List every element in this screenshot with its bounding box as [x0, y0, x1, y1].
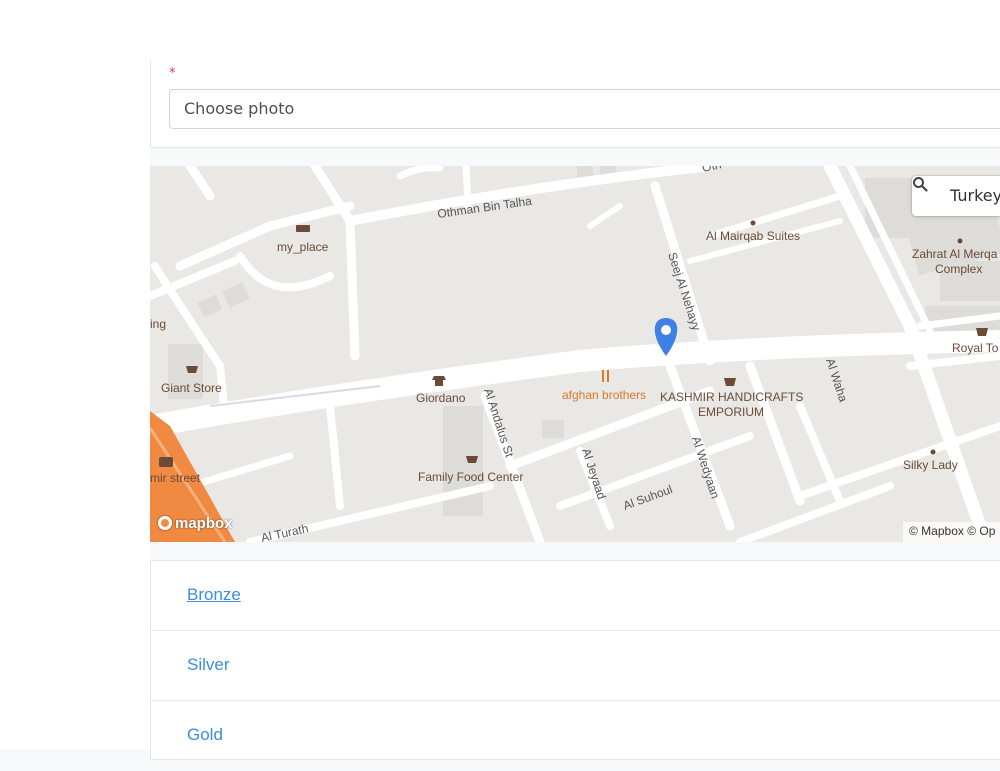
restaurant-icon: [602, 370, 609, 382]
label-mir-street: mir street: [150, 471, 201, 485]
street-oth: Oth: [701, 166, 723, 175]
photo-form-card: * Choose photo: [150, 60, 1000, 148]
cart-icon: [466, 456, 478, 463]
label-giordano: Giordano: [416, 391, 466, 405]
tier-row-bronze: Bronze: [151, 561, 1000, 631]
left-sidebar: [0, 60, 150, 750]
tier-list: Bronze Silver Gold: [150, 560, 1000, 760]
label-silky-lady: Silky Lady: [903, 458, 958, 472]
tier-link-gold[interactable]: Gold: [187, 725, 223, 745]
tier-link-silver[interactable]: Silver: [187, 655, 230, 675]
label-al-mairqab: Al Mairqab Suites: [706, 229, 800, 243]
map-attribution[interactable]: © Mapbox © Op: [903, 522, 1000, 542]
mapbox-logo-text: mapbox: [175, 514, 233, 532]
label-kashmir-1: KASHMIR HANDICRAFTS: [660, 390, 803, 404]
tier-row-gold: Gold: [151, 701, 1000, 771]
camera-icon: [159, 457, 173, 467]
basket-icon: [976, 328, 988, 336]
mapbox-logo[interactable]: mapbox: [158, 512, 233, 534]
basket-icon: [724, 378, 736, 386]
street-jeyaad: Al Jeyaad: [579, 447, 609, 501]
map-search-box[interactable]: Turkey: [912, 176, 1000, 216]
map-canvas[interactable]: my_place Al Mairqab Suites Zahrat Al Mer…: [150, 166, 1000, 542]
dot-icon: [957, 238, 963, 244]
dot-icon: [750, 220, 756, 226]
required-marker: *: [169, 66, 176, 81]
label-afghan: afghan brothers: [562, 388, 646, 402]
label-zahrat-1: Zahrat Al Merqa: [912, 247, 998, 261]
bed-icon: [296, 225, 310, 232]
label-zahrat-2: Complex: [935, 262, 982, 276]
cart-icon: [186, 366, 198, 373]
map-search-value[interactable]: Turkey: [950, 186, 1000, 205]
label-kashmir-2: EMPORIUM: [698, 405, 764, 419]
street-suhoul: Al Suhoul: [621, 482, 674, 513]
street-andalus: Al Andalus St: [481, 387, 517, 460]
label-royal: Royal To: [952, 341, 999, 355]
map-view[interactable]: my_place Al Mairqab Suites Zahrat Al Mer…: [150, 166, 1000, 542]
dot-icon: [930, 449, 936, 455]
label-ing: ing: [150, 317, 166, 331]
search-icon: [913, 177, 928, 192]
label-family-food: Family Food Center: [418, 470, 523, 484]
tier-link-bronze[interactable]: Bronze: [187, 585, 241, 605]
map-main-road: [150, 330, 1000, 437]
label-my-place: my_place: [277, 240, 329, 254]
tier-row-silver: Silver: [151, 631, 1000, 701]
top-navbar: [0, 0, 1000, 60]
street-turath: Al Turath: [260, 521, 310, 542]
street-waha: Al Waha: [823, 357, 850, 404]
photo-file-input[interactable]: Choose photo: [169, 89, 1000, 129]
label-giant-store: Giant Store: [161, 381, 222, 395]
mapbox-logo-icon: [158, 516, 172, 530]
